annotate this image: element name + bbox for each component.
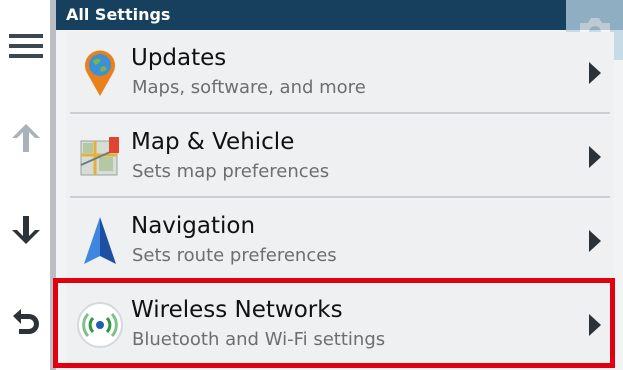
map-vehicle-icon — [76, 133, 124, 181]
settings-item-map-vehicle[interactable]: Map & Vehicle Sets map preferences — [66, 116, 614, 198]
item-subtitle: Bluetooth and Wi-Fi settings — [132, 329, 386, 350]
row-divider — [70, 112, 610, 114]
page-title: All Settings — [66, 5, 171, 24]
scroll-up-button[interactable] — [6, 118, 46, 158]
map-pin-globe-icon — [76, 49, 124, 97]
settings-item-wireless-networks[interactable]: Wireless Networks Bluetooth and Wi-Fi se… — [66, 284, 614, 366]
item-title: Wireless Networks — [131, 297, 343, 323]
wireless-icon — [76, 301, 124, 349]
item-subtitle: Maps, software, and more — [132, 77, 366, 98]
item-title: Map & Vehicle — [131, 129, 295, 155]
row-divider — [70, 196, 610, 198]
settings-item-navigation[interactable]: Navigation Sets route preferences — [66, 200, 614, 282]
chevron-right-icon — [589, 314, 601, 336]
settings-panel: All Settings Updates Maps, software, and… — [56, 0, 623, 370]
settings-item-updates[interactable]: Updates Maps, software, and more — [66, 32, 614, 114]
chevron-right-icon — [589, 230, 601, 252]
item-subtitle: Sets map preferences — [132, 161, 330, 182]
scroll-down-button[interactable] — [6, 210, 46, 250]
back-button[interactable] — [6, 302, 46, 342]
back-icon — [13, 309, 39, 334]
navigation-arrow-icon — [76, 217, 124, 265]
menu-button[interactable] — [6, 26, 46, 66]
item-subtitle: Sets route preferences — [132, 245, 337, 266]
item-title: Navigation — [131, 213, 256, 239]
arrow-down-icon — [12, 216, 40, 244]
side-rail — [0, 0, 52, 370]
hamburger-menu-icon — [9, 34, 43, 58]
item-title: Updates — [131, 45, 227, 71]
arrow-up-icon — [12, 124, 40, 152]
row-divider — [70, 280, 610, 282]
header-bar: All Settings — [56, 0, 623, 30]
chevron-right-icon — [589, 62, 601, 84]
chevron-right-icon — [589, 146, 601, 168]
